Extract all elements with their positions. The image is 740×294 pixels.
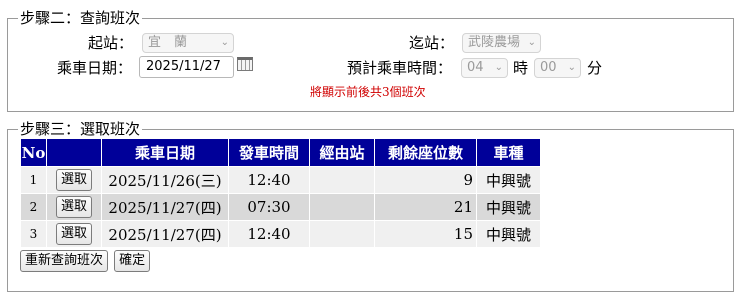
step2-fieldset: 步驟二：查詢班次 起站： 宜 蘭 ⌄ 迄站： 武陵農場 ⌄ 乘車日期： 2025… <box>7 8 734 112</box>
origin-select-value: 宜 蘭 <box>148 35 188 50</box>
trip-time: 12:40 <box>228 166 310 194</box>
trip-via <box>309 166 375 194</box>
trip-seats: 21 <box>374 193 477 221</box>
select-trip-button[interactable]: 選取 <box>55 223 92 245</box>
minute-select[interactable]: 00 ⌄ <box>534 58 581 78</box>
trip-seats: 15 <box>374 220 477 248</box>
step3-legend: 步驟三：選取班次 <box>18 119 143 139</box>
column-header-date: 乘車日期 <box>101 138 229 167</box>
trip-via <box>309 193 375 221</box>
destination-select-value: 武陵農場 <box>468 35 521 50</box>
trip-date: 2025/11/26(三) <box>101 166 229 194</box>
trip-date: 2025/11/27(四) <box>101 193 229 221</box>
column-header-no: No <box>20 138 47 167</box>
hour-select[interactable]: 04 ⌄ <box>461 58 508 78</box>
trip-date: 2025/11/27(四) <box>101 220 229 248</box>
row-number: 3 <box>20 220 47 248</box>
date-input[interactable]: 2025/11/27 <box>139 56 234 78</box>
table-row: 2 選取 2025/11/27(四) 07:30 21 中興號 <box>20 193 541 221</box>
column-header-time: 發車時間 <box>228 138 310 167</box>
shift-hint: 將顯示前後共3個班次 <box>310 85 426 99</box>
chevron-down-icon: ⌄ <box>567 62 576 73</box>
step3-fieldset: 步驟三：選取班次 No 乘車日期 發車時間 經由站 剩餘座位數 車種 1 選取 … <box>7 119 734 292</box>
trip-via <box>309 220 375 248</box>
trip-bus-type: 中興號 <box>476 166 541 194</box>
chevron-down-icon: ⌄ <box>220 37 229 48</box>
row-number: 1 <box>20 166 47 194</box>
step2-legend: 步驟二：查詢班次 <box>18 8 143 28</box>
origin-label: 起站： <box>88 34 134 52</box>
calendar-icon[interactable] <box>237 57 253 71</box>
select-trip-button[interactable]: 選取 <box>55 196 92 218</box>
select-trip-button[interactable]: 選取 <box>55 169 92 191</box>
column-header-via: 經由站 <box>309 138 375 167</box>
table-header-row: No 乘車日期 發車時間 經由站 剩餘座位數 車種 <box>20 138 541 167</box>
destination-label: 迄站： <box>409 34 455 52</box>
trip-seats: 9 <box>374 166 477 194</box>
schedule-table: No 乘車日期 發車時間 經由站 剩餘座位數 車種 1 選取 2025/11/2… <box>20 138 541 248</box>
table-row: 3 選取 2025/11/27(四) 12:40 15 中興號 <box>20 220 541 248</box>
column-header-select <box>46 138 102 167</box>
table-row: 1 選取 2025/11/26(三) 12:40 9 中興號 <box>20 166 541 194</box>
hour-select-value: 04 <box>467 60 484 75</box>
trip-bus-type: 中興號 <box>476 193 541 221</box>
row-number: 2 <box>20 193 47 221</box>
time-label: 預計乘車時間： <box>347 59 453 77</box>
hour-unit: 時 <box>513 59 529 77</box>
action-buttons: 重新查詢班次 確定 <box>20 249 151 272</box>
column-header-type: 車種 <box>476 138 541 167</box>
chevron-down-icon: ⌄ <box>527 37 536 48</box>
trip-time: 07:30 <box>228 193 310 221</box>
trip-time: 12:40 <box>228 220 310 248</box>
date-label: 乘車日期： <box>57 59 133 77</box>
minute-select-value: 00 <box>540 60 557 75</box>
requery-button[interactable]: 重新查詢班次 <box>20 250 109 272</box>
origin-select[interactable]: 宜 蘭 ⌄ <box>142 33 234 53</box>
destination-select[interactable]: 武陵農場 ⌄ <box>462 33 541 53</box>
trip-bus-type: 中興號 <box>476 220 541 248</box>
chevron-down-icon: ⌄ <box>494 62 503 73</box>
minute-unit: 分 <box>587 59 603 77</box>
column-header-seats: 剩餘座位數 <box>374 138 477 167</box>
confirm-button[interactable]: 確定 <box>114 250 151 272</box>
